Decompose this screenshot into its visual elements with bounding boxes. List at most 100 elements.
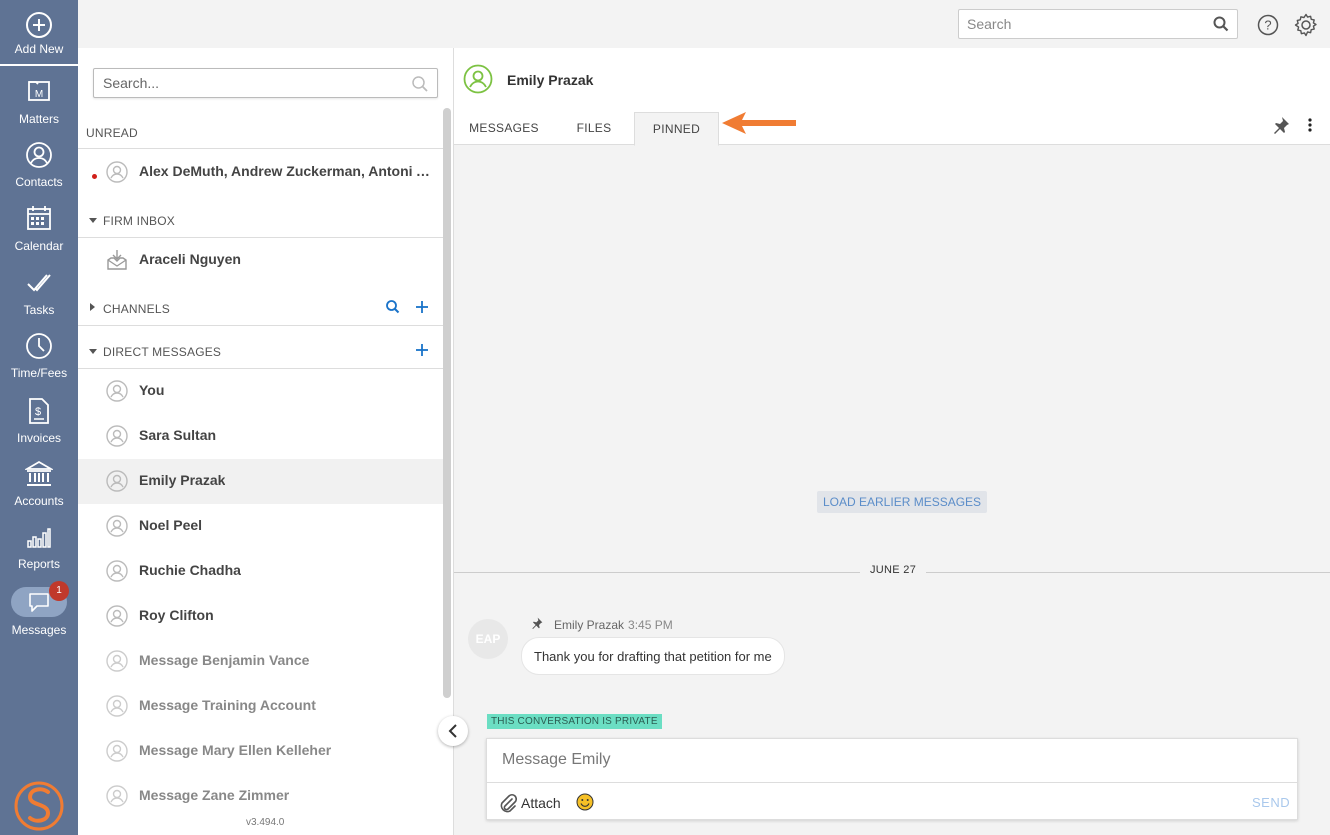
list-item-roy-clifton[interactable]: Roy Clifton [78,594,444,639]
chat-title: Emily Prazak [507,72,594,88]
message-avatar: EAP [468,619,508,659]
app-logo [14,781,64,831]
unread-indicator [92,174,97,179]
user-avatar-icon [106,695,128,717]
nav-item-contacts[interactable]: Contacts [0,141,78,201]
list-scrollbar[interactable] [443,108,451,698]
user-avatar-icon [463,64,493,94]
nav-label-contacts: Contacts [15,175,63,189]
inbox-download-icon [107,250,127,270]
calendar-icon [27,206,51,230]
conversation-name: Roy Clifton [139,607,214,623]
gear-icon[interactable] [1294,13,1318,37]
channels-header-label: CHANNELS [103,302,170,316]
tasks-icon [27,274,51,292]
conversation-search [93,68,438,98]
svg-text:?: ? [1264,18,1271,33]
nav-label-invoices: Invoices [16,431,62,445]
load-earlier-button[interactable]: LOAD EARLIER MESSAGES [817,491,988,513]
conversation-name: Emily Prazak [139,472,226,488]
user-avatar-icon [106,380,128,402]
pin-icon[interactable] [1272,116,1290,134]
add-new-button[interactable]: Add New [0,0,78,66]
send-button[interactable]: SEND [1252,795,1290,810]
help-icon[interactable]: ? [1257,14,1279,36]
message-input[interactable] [487,739,1297,783]
list-item-mary-ellen-kelleher[interactable]: Message Mary Ellen Kelleher [78,729,444,774]
emoji-icon[interactable] [576,793,594,811]
nav-label-reports: Reports [17,557,61,571]
tab-files[interactable]: FILES [564,112,624,145]
main-nav: Add New M Matters Contacts Calendar Task… [0,0,78,835]
conversation-name: Araceli Nguyen [139,251,241,267]
tab-pinned[interactable]: PINNED [634,112,719,146]
conversation-search-input[interactable] [94,69,394,97]
more-options-icon[interactable] [1307,117,1313,133]
list-item-training-account[interactable]: Message Training Account [78,684,444,729]
direct-messages-section-header[interactable]: DIRECT MESSAGES [78,329,444,373]
add-direct-message-icon[interactable] [413,341,431,359]
list-item-unread[interactable]: Alex DeMuth, Andrew Zuckerman, Antoni A.… [78,150,444,195]
nav-item-messages[interactable]: 1 Messages [0,581,78,647]
list-item-you[interactable]: You [78,369,444,414]
collapse-panel-button[interactable] [438,716,468,746]
channels-section-header[interactable]: CHANNELS [78,286,444,330]
caret-down-icon [89,349,97,354]
paperclip-icon[interactable] [499,793,517,813]
nav-item-matters[interactable]: M Matters [0,78,78,138]
user-avatar-icon [106,740,128,762]
firm-inbox-section-header[interactable]: FIRM INBOX [78,198,444,242]
nav-label-tasks: Tasks [23,303,55,317]
conversation-name: Message Zane Zimmer [139,787,290,803]
divider [78,148,444,149]
add-channel-icon[interactable] [413,298,431,316]
chat-panel: Emily Prazak MESSAGES FILES PINNED LOAD … [454,48,1330,835]
conversation-name: You [139,382,165,398]
tab-messages[interactable]: MESSAGES [464,112,544,145]
message-composer: Attach SEND [486,738,1298,820]
list-item-sara-sultan[interactable]: Sara Sultan [78,414,444,459]
conversation-name: Message Training Account [139,697,316,713]
list-item-zane-zimmer[interactable]: Message Zane Zimmer [78,774,444,819]
list-item-ruchie-chadha[interactable]: Ruchie Chadha [78,549,444,594]
global-search-input[interactable] [959,10,1199,38]
list-item-firm-inbox[interactable]: Araceli Nguyen [78,238,444,283]
caret-down-icon [89,218,97,223]
firm-inbox-header-label: FIRM INBOX [103,214,176,228]
nav-item-accounts[interactable]: Accounts [0,460,78,520]
nav-item-invoices[interactable]: $ Invoices [0,397,78,457]
global-search [958,9,1238,39]
app-window: Add New M Matters Contacts Calendar Task… [0,0,1330,835]
nav-item-calendar[interactable]: Calendar [0,205,78,265]
conversation-name: Message Benjamin Vance [139,652,310,668]
app-version: v3.494.0 [246,817,285,828]
search-icon[interactable] [1213,16,1229,32]
list-item-emily-prazak[interactable]: Emily Prazak [78,459,444,504]
message-author: Emily Prazak [554,618,625,632]
user-avatar-icon [106,425,128,447]
plus-icon [26,12,52,38]
user-avatar-icon [106,515,128,537]
nav-item-reports[interactable]: Reports [0,527,78,587]
message-bubble: Thank you for drafting that petition for… [521,637,785,675]
search-icon[interactable] [411,75,429,93]
list-item-noel-peel[interactable]: Noel Peel [78,504,444,549]
svg-text:M: M [35,89,43,100]
user-avatar-icon [106,560,128,582]
bar-chart-icon [27,528,51,548]
messages-badge: 1 [49,581,69,601]
svg-text:$: $ [35,406,41,418]
chat-header: Emily Prazak MESSAGES FILES PINNED [454,48,1330,146]
attach-button[interactable]: Attach [521,795,561,811]
nav-label-messages: Messages [11,623,67,637]
pinned-message-icon [532,617,543,629]
nav-item-time-fees[interactable]: Time/Fees [0,332,78,392]
message-time: 3:45 PM [628,618,673,632]
nav-item-tasks[interactable]: Tasks [0,270,78,330]
list-item-benjamin-vance[interactable]: Message Benjamin Vance [78,639,444,684]
search-channels-icon[interactable] [384,298,402,316]
user-avatar-icon [106,470,128,492]
direct-messages-header-label: DIRECT MESSAGES [103,345,222,359]
contacts-icon [26,142,52,168]
conversation-list-panel: UNREAD Alex DeMuth, Andrew Zuckerman, An… [78,48,454,835]
